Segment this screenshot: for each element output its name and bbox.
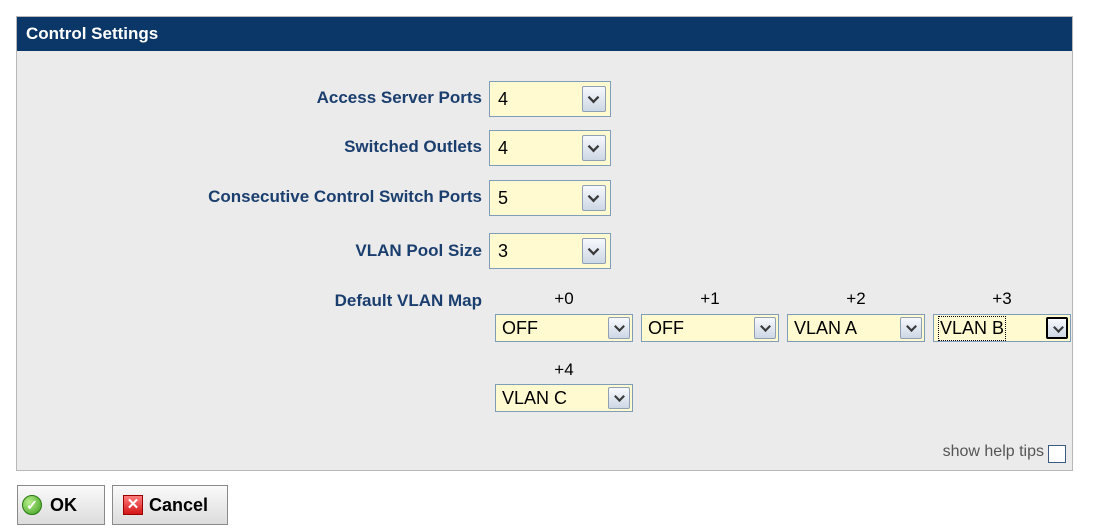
vlan-map-value: OFF	[648, 318, 684, 338]
consecutive-control-switch-ports-label: Consecutive Control Switch Ports	[208, 187, 482, 206]
check-icon: ✓	[22, 495, 42, 515]
vlan-offset-label: +3	[992, 289, 1012, 308]
help-tips-label: show help tips	[942, 443, 1044, 460]
switched-outlets-select[interactable]: 4	[489, 130, 611, 166]
chevron-down-icon[interactable]	[582, 86, 606, 112]
chevron-down-icon[interactable]	[608, 387, 630, 409]
chevron-down-icon[interactable]	[582, 135, 606, 161]
chevron-down-icon[interactable]	[608, 317, 630, 339]
access-server-ports-select[interactable]: 4	[489, 81, 611, 117]
consecutive-control-switch-ports-value: 5	[498, 188, 509, 208]
panel-title: Control Settings	[17, 17, 1072, 51]
vlan-pool-size-label: VLAN Pool Size	[355, 241, 482, 260]
ok-button[interactable]: ✓ OK	[17, 485, 105, 525]
chevron-down-icon[interactable]	[900, 317, 922, 339]
vlan-map-select-1[interactable]: OFF	[641, 314, 779, 342]
vlan-offset-label: +2	[846, 289, 866, 308]
vlan-map-value: VLAN B	[937, 316, 1007, 341]
chevron-down-icon[interactable]	[582, 185, 606, 211]
vlan-map-select-0[interactable]: OFF	[495, 314, 633, 342]
vlan-offset-label: +0	[554, 289, 574, 308]
consecutive-control-switch-ports-select[interactable]: 5	[489, 180, 611, 216]
vlan-offset-label: +1	[700, 289, 720, 308]
cancel-button[interactable]: ✕ Cancel	[112, 485, 228, 525]
access-server-ports-value: 4	[498, 89, 509, 109]
vlan-map-value: OFF	[502, 318, 538, 338]
switched-outlets-value: 4	[498, 138, 509, 158]
close-icon: ✕	[123, 495, 143, 515]
help-tips-checkbox[interactable]	[1048, 445, 1066, 463]
vlan-map-select-4[interactable]: VLAN C	[495, 384, 633, 412]
vlan-offset-label: +4	[554, 360, 574, 379]
chevron-down-icon[interactable]	[754, 317, 776, 339]
chevron-down-icon[interactable]	[582, 238, 606, 264]
control-settings-panel: Control Settings Access Server Ports 4 S…	[16, 16, 1073, 471]
default-vlan-map-label: Default VLAN Map	[334, 291, 482, 310]
ok-label: OK	[50, 495, 77, 515]
chevron-down-icon[interactable]	[1046, 317, 1068, 339]
vlan-map-value: VLAN A	[794, 318, 858, 338]
vlan-pool-size-select[interactable]: 3	[489, 233, 611, 269]
vlan-map-select-3[interactable]: VLAN B	[933, 314, 1071, 342]
vlan-pool-size-value: 3	[498, 241, 509, 261]
vlan-map-value: VLAN C	[502, 388, 568, 408]
access-server-ports-label: Access Server Ports	[316, 88, 482, 107]
vlan-map-select-2[interactable]: VLAN A	[787, 314, 925, 342]
switched-outlets-label: Switched Outlets	[344, 137, 482, 156]
cancel-label: Cancel	[149, 495, 209, 515]
